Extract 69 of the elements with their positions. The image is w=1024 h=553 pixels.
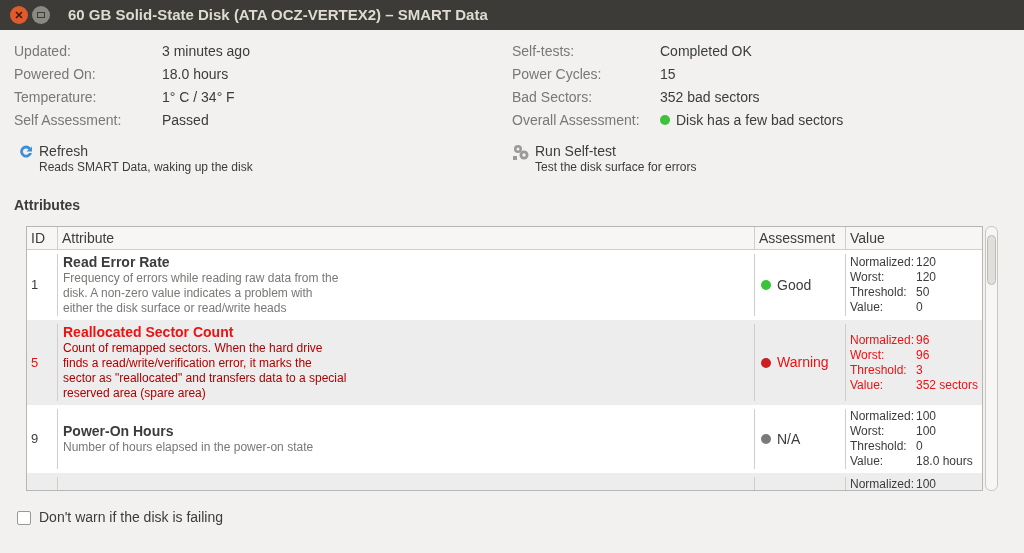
gears-icon: [512, 144, 530, 162]
value-number: 96: [916, 347, 931, 363]
window-title: 60 GB Solid-State Disk (ATA OCZ-VERTEX2) – SMART Data: [68, 4, 488, 25]
close-button[interactable]: [10, 6, 28, 24]
info-value: 1° C / 34° F: [162, 88, 235, 106]
scrollbar[interactable]: [985, 226, 998, 491]
value-label: Threshold:: [850, 439, 908, 454]
attribute-name: Read Error Rate: [63, 254, 171, 271]
close-icon: [15, 11, 23, 19]
info-value: 3 minutes ago: [162, 42, 250, 60]
info-value: 352 bad sectors: [660, 88, 760, 106]
value-label: Threshold:: [850, 362, 908, 378]
info-label: Power Cycles:: [512, 65, 603, 83]
value-number: 120: [916, 270, 938, 285]
info-label: Powered On:: [14, 65, 97, 83]
checkbox-label: Don't warn if the disk is failing: [39, 508, 223, 527]
value-label: Worst:: [850, 270, 886, 285]
value-label: Value:: [850, 454, 885, 469]
value-number: 18.0 hours: [916, 454, 974, 469]
id-cell-text: 1: [31, 276, 39, 295]
value-label: Normalized:: [850, 477, 916, 490]
value-number: 96: [916, 332, 931, 348]
checkbox[interactable]: [17, 510, 31, 525]
action-button[interactable]: Run Self-test Test the disk surface for errors: [512, 143, 1006, 175]
attribute-description: Number of hours elapsed in the power-on state: [63, 440, 315, 455]
info-value: Passed: [162, 111, 209, 129]
info-label: Self Assessment:: [14, 111, 123, 129]
table-row[interactable]: [27, 320, 983, 405]
assessment-text: Warning: [777, 353, 829, 372]
refresh-icon: [18, 144, 34, 160]
attribute-name: Reallocated Sector Count: [63, 324, 235, 341]
value-number: 100: [916, 424, 938, 439]
value-label: Worst:: [850, 424, 886, 439]
id-cell-text: 9: [31, 430, 39, 449]
table-row[interactable]: Normalized: 100: [27, 473, 983, 490]
value-number: 120: [916, 255, 938, 270]
value-label: Normalized:: [850, 332, 916, 348]
info-label: Updated:: [14, 42, 72, 60]
info-label: Bad Sectors:: [512, 88, 594, 106]
value-number: 50: [916, 285, 931, 300]
value-label: Threshold:: [850, 285, 908, 300]
info-label: Self-tests:: [512, 42, 576, 60]
info-value: 18.0 hours: [162, 65, 229, 83]
action-button[interactable]: Refresh Reads SMART Data, waking up the disk: [18, 143, 512, 175]
value-label: Value:: [850, 377, 885, 393]
value-label: Worst:: [850, 347, 886, 363]
info-label: Overall Assessment:: [512, 111, 641, 129]
info-value: 15: [660, 65, 676, 83]
minimize-icon: [37, 12, 45, 18]
attribute-name: Power-On Hours: [63, 423, 175, 440]
id-cell-text: 5: [31, 353, 39, 372]
info-value: Disk has a few bad sectors: [676, 111, 844, 129]
attribute-description: Frequency of errors while reading raw data from the disk. A non-zero value indicates a problem with either the disk surface or read/write heads: [63, 271, 340, 316]
value-number: 100: [916, 409, 938, 424]
value-label: Value:: [850, 300, 885, 315]
minimize-button[interactable]: [32, 6, 50, 24]
assessment-text: Good: [777, 275, 812, 295]
section-heading: Attributes: [14, 196, 81, 215]
value-number: 352 sectors: [916, 377, 980, 393]
info-label: Temperature:: [14, 88, 98, 106]
value-number: 0: [916, 300, 924, 315]
value-number: 3: [916, 362, 924, 378]
value-label: Normalized:: [850, 409, 916, 424]
value-number: 0: [916, 439, 924, 454]
value-number: 100: [916, 477, 938, 490]
attribute-description: Count of remapped sectors. When the hard drive finds a read/write/verification error, it marks the sector as "reallocated" and transfers data to a special reserved area (spare area): [63, 341, 348, 401]
value-label: Normalized:: [850, 255, 916, 270]
assessment-text: N/A: [777, 429, 801, 449]
info-value: Completed OK: [660, 42, 752, 60]
